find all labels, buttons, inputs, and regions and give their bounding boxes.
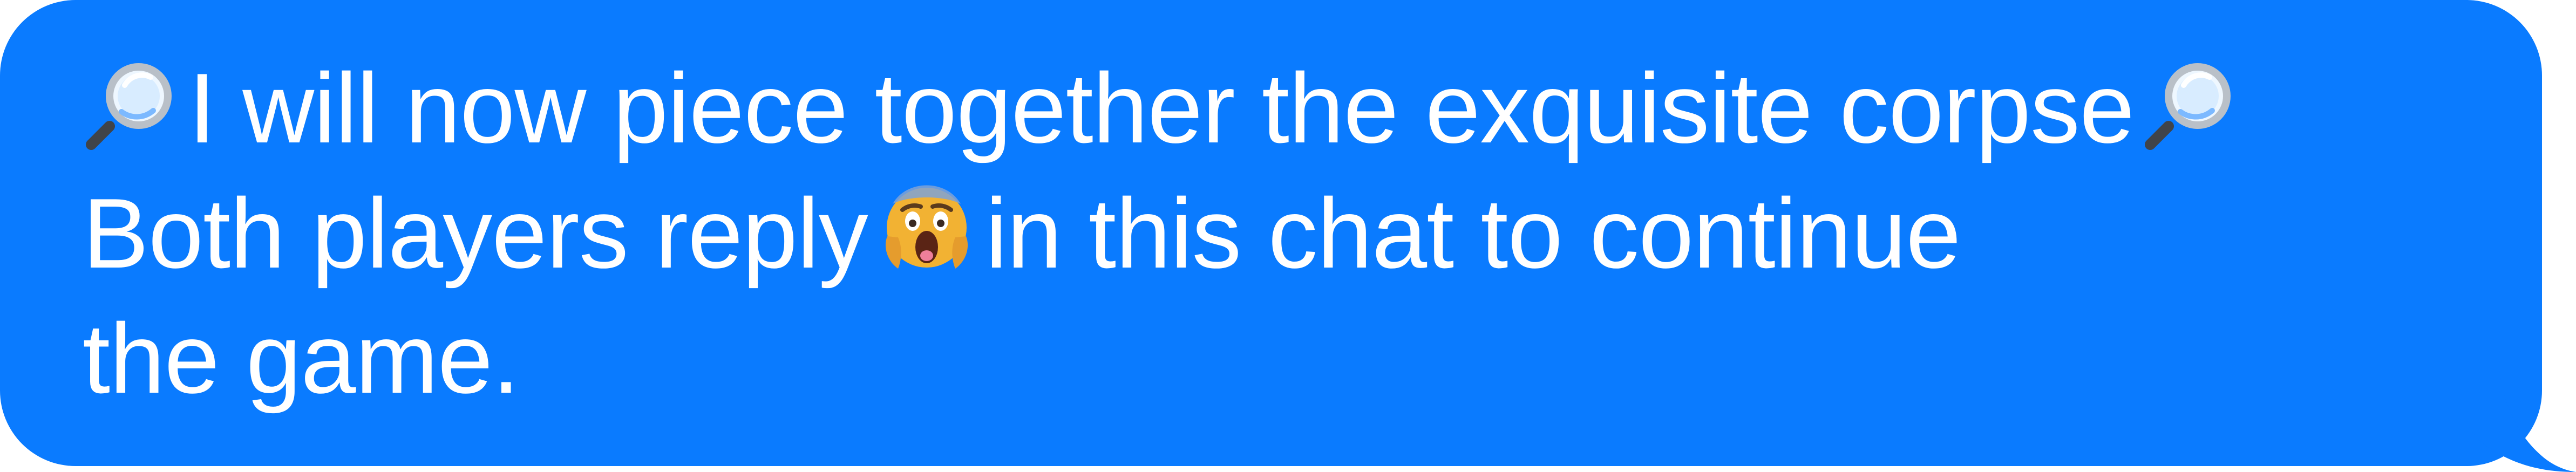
message-line-1-text: I will now piece together the exquisite … xyxy=(188,52,2135,163)
message-line-1: I will now piece together the exquisite … xyxy=(83,45,2484,170)
message-line-2-after: in this chat to continue xyxy=(985,177,1961,289)
message-line-2-before: Both players reply xyxy=(83,177,868,289)
message-line-3-text: the game. xyxy=(83,303,520,414)
magnifying-glass-right-icon xyxy=(2142,57,2238,153)
face-screaming-in-fear-icon xyxy=(875,176,978,278)
message-text: I will now piece together the exquisite … xyxy=(83,45,2484,421)
message-screen: I will now piece together the exquisite … xyxy=(0,0,2576,472)
message-line-2: Both players reply in this chat to conti… xyxy=(83,170,2484,296)
magnifying-glass-left-icon xyxy=(83,57,179,153)
message-line-3: the game. xyxy=(83,296,2484,421)
